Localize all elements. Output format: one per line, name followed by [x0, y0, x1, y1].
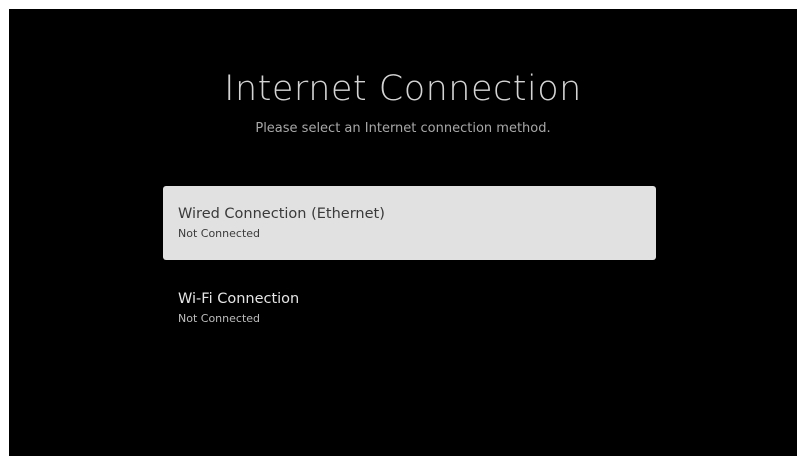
page-title: Internet Connection — [224, 69, 582, 109]
internet-connection-screen: Internet Connection Please select an Int… — [9, 9, 797, 456]
wired-connection-option[interactable]: Wired Connection (Ethernet) Not Connecte… — [163, 186, 656, 260]
page-subtitle: Please select an Internet connection met… — [255, 121, 551, 136]
wifi-connection-label: Wi-Fi Connection — [178, 291, 300, 307]
wired-connection-status: Not Connected — [178, 227, 261, 240]
wifi-connection-status: Not Connected — [178, 312, 261, 325]
wired-connection-label: Wired Connection (Ethernet) — [178, 206, 385, 222]
wifi-connection-option[interactable]: Wi-Fi Connection Not Connected — [163, 278, 656, 338]
